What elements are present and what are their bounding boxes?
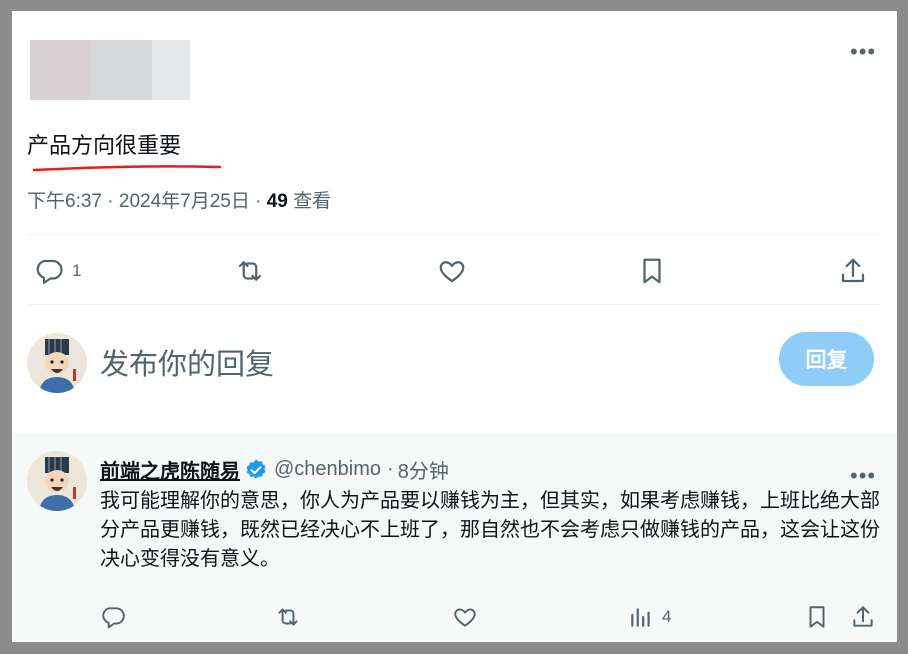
reply-reply-button[interactable]	[100, 604, 126, 630]
meta-separator: ·	[387, 458, 394, 480]
heart-icon	[454, 608, 476, 627]
author-name[interactable]: 前端之虎陈随易	[100, 455, 240, 484]
reply-icon	[102, 607, 125, 629]
avatar-illustration	[27, 451, 87, 511]
tweet-date[interactable]: 2024年7月25日	[119, 191, 250, 212]
like-action-button[interactable]	[437, 256, 467, 286]
reply-time[interactable]: 8分钟	[398, 455, 449, 484]
reply-submit-button[interactable]: 回复	[779, 332, 874, 386]
author-avatar[interactable]	[27, 451, 87, 511]
author-handle[interactable]: @chenbimo	[274, 458, 381, 481]
divider	[27, 234, 882, 235]
share-action-button[interactable]	[838, 256, 868, 286]
bookmark-icon	[643, 258, 661, 284]
divider	[27, 304, 882, 305]
views-label: 查看	[293, 191, 332, 212]
tweet-card: ••• 产品方向很重要 下午6:37 · 2024年7月25日 · 49 查看 …	[12, 11, 897, 642]
bookmark-icon	[809, 606, 825, 628]
reply-icon	[36, 259, 63, 284]
retweet-action-button[interactable]	[234, 256, 266, 286]
reply-input[interactable]: 发布你的回复	[100, 341, 274, 383]
verified-badge-icon	[246, 459, 266, 478]
reply-count: 1	[72, 261, 82, 280]
analytics-icon	[631, 608, 650, 627]
reply-author-line: 前端之虎陈随易 @chenbimo · 8分钟	[100, 455, 449, 484]
share-icon	[853, 606, 873, 627]
reply-like-button[interactable]	[452, 604, 478, 630]
share-icon	[841, 258, 865, 283]
user-avatar[interactable]	[27, 333, 87, 393]
red-underline-annotation	[32, 165, 222, 172]
retweet-icon	[278, 608, 298, 626]
retweet-icon	[238, 261, 262, 281]
reply-text: 我可能理解你的意思，你人为产品要以赚钱为主，但其实，如果考虑赚钱，上班比绝大部分…	[100, 490, 880, 570]
more-options-icon[interactable]: •••	[850, 41, 876, 63]
reply-action-button[interactable]: 1	[34, 256, 81, 286]
reply-more-options-icon[interactable]: •••	[850, 465, 876, 487]
tweet-text: 产品方向很重要	[27, 133, 182, 158]
tweet-meta: 下午6:37 · 2024年7月25日 · 49 查看	[27, 186, 331, 213]
tweet-time[interactable]: 下午6:37	[27, 191, 102, 212]
blurred-author-info	[30, 40, 190, 100]
reply-retweet-button[interactable]	[274, 604, 302, 630]
reply-views-count: 4	[662, 607, 672, 626]
views-count: 49	[266, 191, 288, 212]
heart-icon	[439, 261, 465, 283]
reply-item[interactable]: 前端之虎陈随易 @chenbimo · 8分钟 ••• 我可能理解你的意思，你人…	[12, 433, 897, 642]
reply-views-button[interactable]: 4	[628, 604, 671, 630]
avatar-illustration	[27, 333, 87, 393]
reply-share-button[interactable]	[850, 604, 876, 630]
meta-separator: ·	[255, 191, 262, 212]
bookmark-action-button[interactable]	[637, 256, 667, 286]
meta-separator: ·	[107, 191, 114, 212]
reply-bookmark-button[interactable]	[804, 604, 830, 630]
